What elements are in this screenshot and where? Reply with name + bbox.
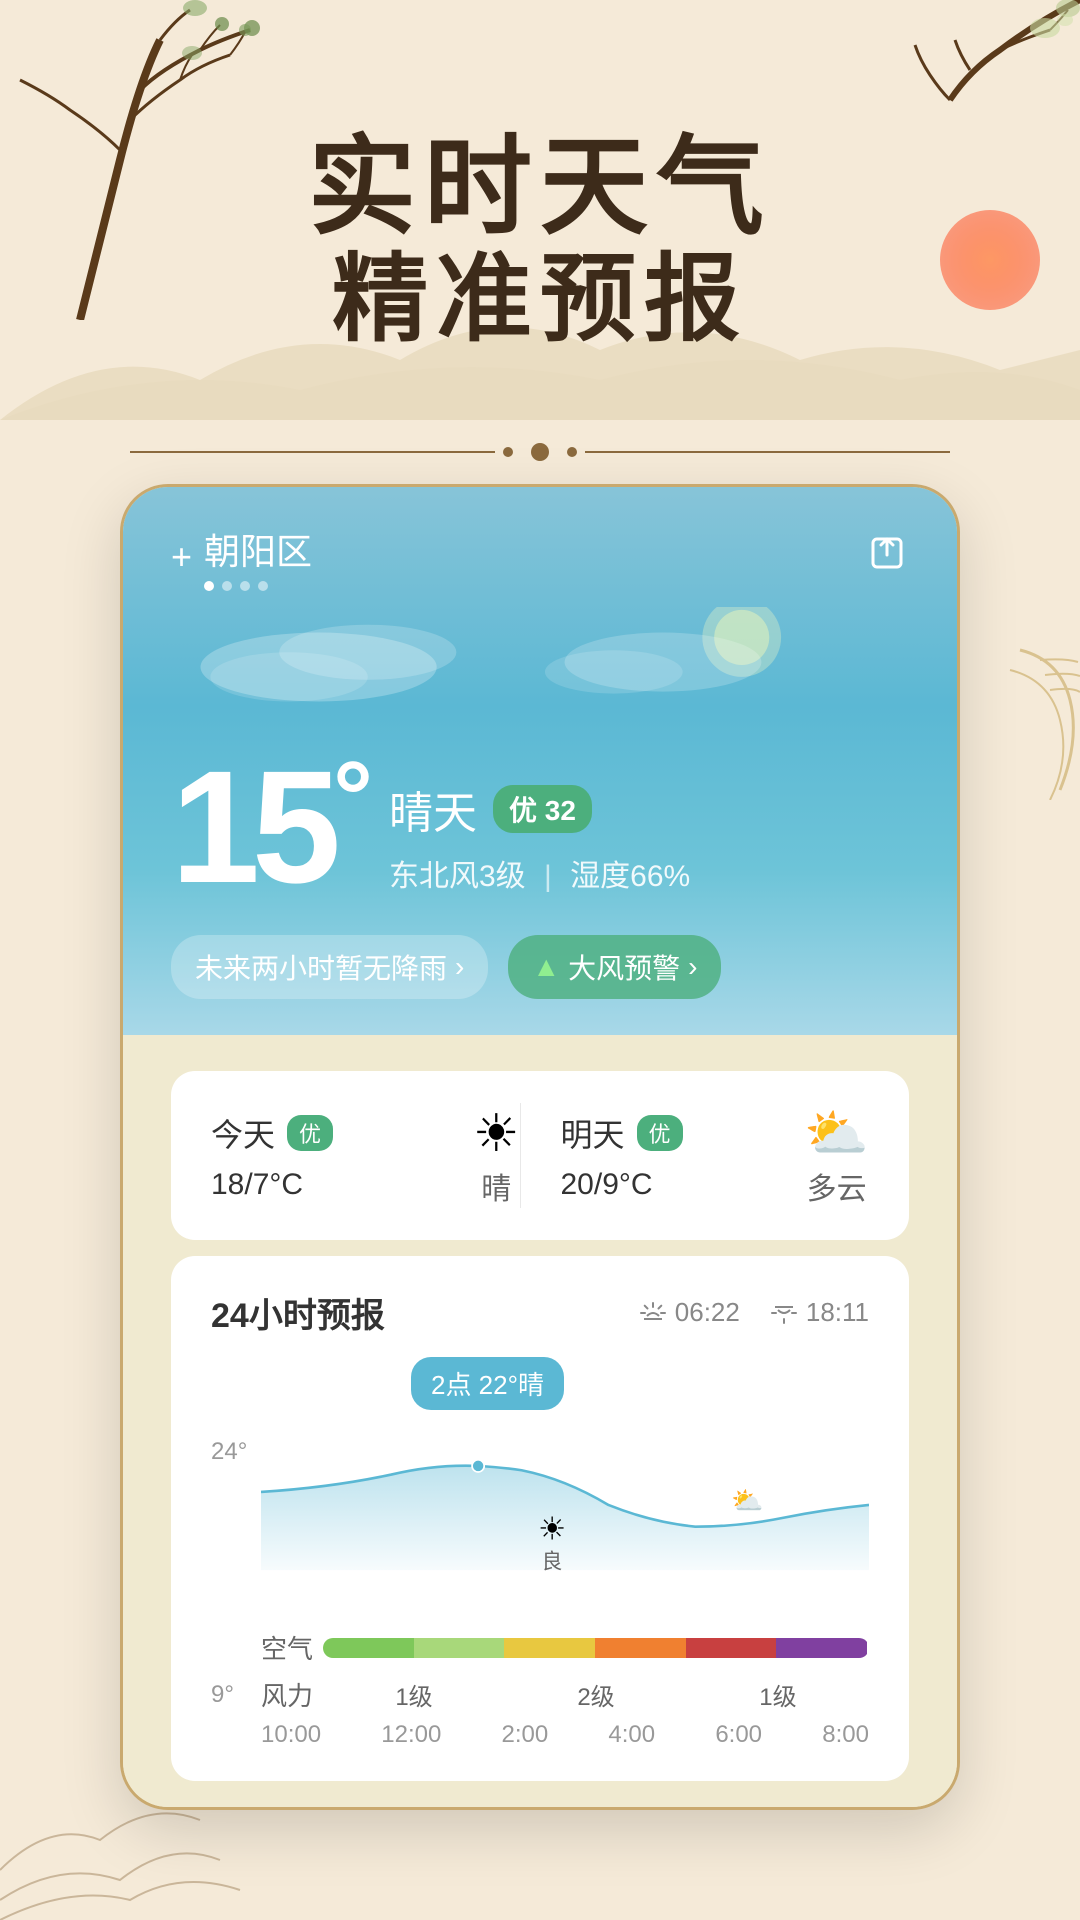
tomorrow-forecast: 明天 优 20/9°C ⛅ 多云 — [520, 1103, 870, 1208]
sky-visual — [171, 607, 909, 727]
no-rain-alert-btn[interactable]: 未来两小时暂无降雨 › — [171, 935, 488, 999]
main-title: 实时天气 — [308, 128, 772, 247]
degree-symbol: ° — [333, 721, 365, 853]
today-forecast: 今天 优 18/7°C ☀ 晴 — [211, 1103, 520, 1208]
chart-body: ☀ ⛅ 良 空气 — [261, 1428, 869, 1749]
svg-text:☀: ☀ — [538, 1512, 566, 1547]
tomorrow-badge: 优 — [637, 1115, 683, 1151]
wind-humidity: 东北风3级 | 湿度66% — [389, 851, 690, 895]
tomorrow-left: 明天 优 20/9°C — [561, 1110, 683, 1202]
tomorrow-label-row: 明天 优 — [561, 1110, 683, 1156]
today-temp: 18/7°C — [211, 1168, 333, 1202]
svg-text:良: 良 — [542, 1550, 563, 1573]
today-icon: ☀ — [473, 1104, 520, 1164]
wind-row: 风力 1级 2级 1级 — [261, 1676, 869, 1713]
time-12: 12:00 — [381, 1721, 441, 1749]
chart-area: 24° 9° — [211, 1428, 869, 1749]
dot-1 — [204, 581, 214, 591]
wind-label: 风力 — [261, 1676, 313, 1713]
today-badge: 优 — [287, 1115, 333, 1151]
svg-text:⛅: ⛅ — [731, 1485, 763, 1515]
tomorrow-icon: ⛅ — [804, 1103, 869, 1164]
tomorrow-label: 明天 — [561, 1110, 625, 1156]
location-area: + 朝阳区 — [171, 523, 312, 591]
time-axis: 10:00 12:00 2:00 4:00 6:00 8:00 — [261, 1721, 869, 1749]
hourly-section: 24小时预报 06:22 — [171, 1256, 909, 1781]
daily-forecast: 今天 优 18/7°C ☀ 晴 明天 优 — [171, 1071, 909, 1240]
time-10: 10:00 — [261, 1721, 321, 1749]
aq-bar — [323, 1638, 869, 1658]
hero-section: 实时天气 精准预报 — [0, 0, 1080, 420]
phone-card: + 朝阳区 — [120, 484, 960, 1810]
time-6: 6:00 — [715, 1721, 762, 1749]
sunrise-icon — [639, 1299, 667, 1327]
chart-tooltip-area: 2点 22°晴 — [211, 1357, 869, 1420]
share-icon[interactable] — [865, 531, 909, 584]
aqi-badge: 优 32 — [493, 785, 592, 833]
condition-row: 晴天 优 32 — [389, 777, 690, 841]
location-dots — [204, 581, 312, 591]
add-location-icon[interactable]: + — [171, 536, 192, 578]
temp-chart: ☀ ⛅ 良 — [261, 1428, 869, 1608]
weather-header-top: + 朝阳区 — [171, 523, 909, 591]
hourly-header: 24小时预报 06:22 — [211, 1288, 869, 1337]
temp-display: 15° 晴天 优 32 东北风3级 | 湿度66% — [171, 747, 909, 907]
deco-rule — [130, 440, 950, 464]
time-8: 8:00 — [822, 1721, 869, 1749]
weather-header: + 朝阳区 — [123, 487, 957, 1035]
sunrise-time: 06:22 — [639, 1297, 740, 1328]
sun-times: 06:22 18:11 — [639, 1297, 869, 1328]
dot-4 — [258, 581, 268, 591]
dot-3 — [240, 581, 250, 591]
temp-row: 15° 晴天 优 32 东北风3级 | 湿度66% — [171, 747, 909, 907]
temp-info: 晴天 优 32 东北风3级 | 湿度66% — [389, 747, 690, 895]
today-label: 今天 — [211, 1110, 275, 1156]
today-condition: 晴 — [481, 1164, 511, 1208]
time-2: 2:00 — [502, 1721, 549, 1749]
temperature: 15° — [171, 747, 365, 907]
condition-text: 晴天 — [389, 777, 477, 841]
today-label-row: 今天 优 — [211, 1110, 333, 1156]
air-quality-label: 空气 — [261, 1629, 313, 1666]
time-4: 4:00 — [608, 1721, 655, 1749]
today-left: 今天 优 18/7°C — [211, 1110, 333, 1202]
y-axis-labels: 24° 9° — [211, 1428, 261, 1749]
wind-level-2: 2级 — [577, 1677, 614, 1712]
wind-warning-btn[interactable]: ▲ 大风预警 › — [508, 935, 721, 999]
tomorrow-temp: 20/9°C — [561, 1168, 683, 1202]
wind-level-1: 1级 — [395, 1677, 432, 1712]
alert-row: 未来两小时暂无降雨 › ▲ 大风预警 › — [171, 935, 909, 999]
location-name: 朝阳区 — [204, 523, 312, 575]
sub-title: 精准预报 — [332, 247, 748, 353]
hourly-title: 24小时预报 — [211, 1288, 385, 1337]
chart-tooltip: 2点 22°晴 — [411, 1357, 564, 1410]
wind-level-3: 1级 — [759, 1677, 796, 1712]
sunset-icon — [770, 1299, 798, 1327]
today-right: ☀ 晴 — [473, 1104, 520, 1208]
dot-2 — [222, 581, 232, 591]
sunset-time: 18:11 — [770, 1297, 869, 1328]
tomorrow-condition: 多云 — [807, 1164, 867, 1208]
tomorrow-right: ⛅ 多云 — [804, 1103, 869, 1208]
air-quality-row: 空气 — [261, 1629, 869, 1666]
